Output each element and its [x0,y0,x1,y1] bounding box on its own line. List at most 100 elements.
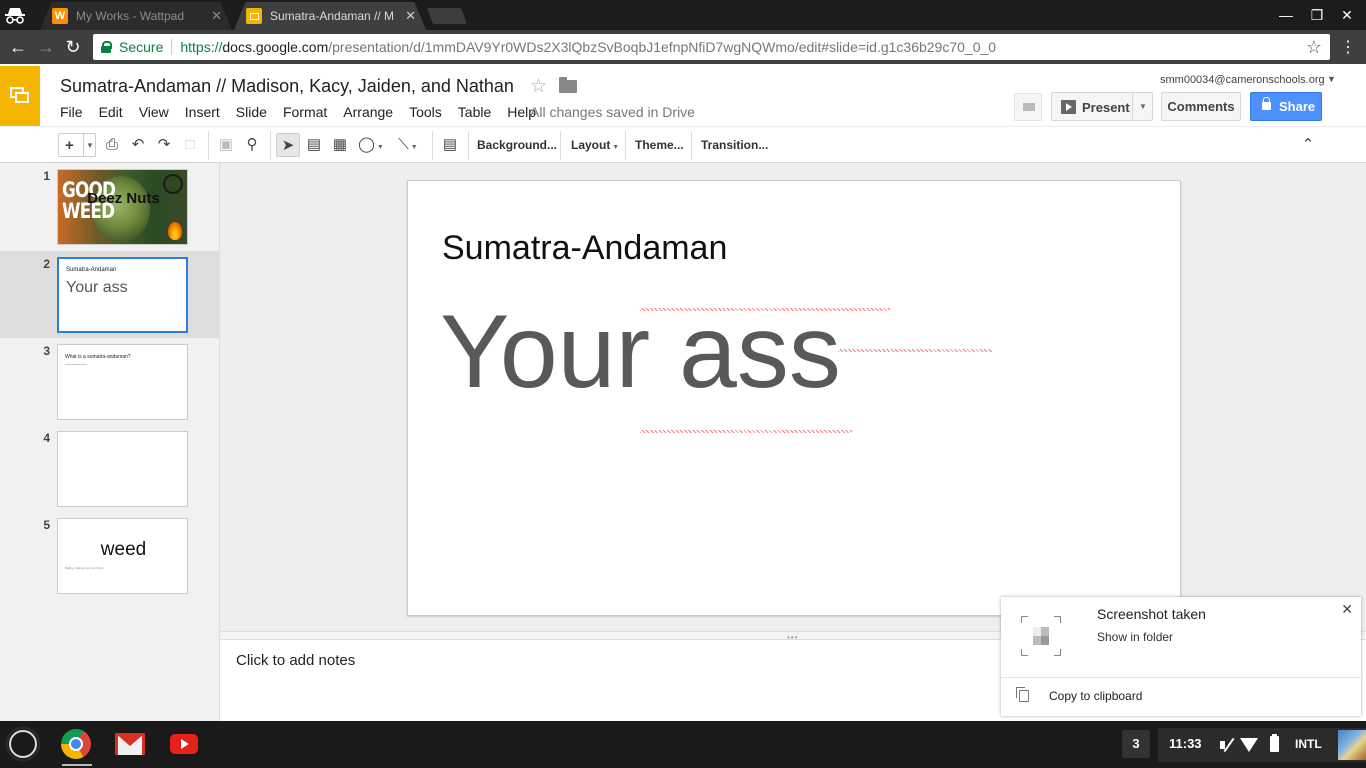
filmstrip-slide-2[interactable]: 2 Sumatra-Andaman Your ass [0,251,219,338]
thumbnail-title: Sumatra-Andaman [66,267,117,273]
address-bar[interactable]: Secure https://docs.google.com/presentat… [93,34,1330,60]
filmstrip-slide-3[interactable]: 3 What is a sumatra-andaman? [0,338,219,425]
slides-logo-icon[interactable] [0,66,40,126]
slide-thumbnail[interactable]: What is a sumatra-andaman? [57,344,188,420]
folder-icon[interactable] [559,77,577,93]
restore-icon[interactable]: ❐ [1308,6,1326,24]
shape-icon[interactable]: ◯ ▼ [356,133,386,157]
zoom-icon[interactable]: ⚲ [242,133,262,157]
slides-icon [246,8,262,24]
menu-insert[interactable]: Insert [185,104,220,120]
chrome-icon[interactable] [61,729,91,759]
present-dropdown-icon[interactable]: ▼ [1132,93,1153,120]
thumbnail-title: What is a sumatra-andaman? [65,354,131,360]
url-text[interactable]: https://docs.google.com/presentation/d/1… [180,39,996,55]
menu-edit[interactable]: Edit [99,104,123,120]
slide-thumbnail[interactable]: Sumatra-Andaman Your ass [57,257,188,333]
tab-slides[interactable]: Sumatra-Andaman // M ✕ [234,2,426,30]
slide-number: 4 [43,431,50,445]
share-button[interactable]: Share [1250,92,1322,121]
thumbnail-body-line [65,364,87,365]
slide-thumbnail[interactable] [57,431,188,507]
chat-button[interactable] [1014,93,1042,121]
close-icon[interactable]: ✕ [1341,601,1353,618]
slide-thumbnail[interactable]: GOOD WEED Deez Nuts [57,169,188,245]
back-icon[interactable]: ← [8,37,28,57]
show-in-folder-link[interactable]: Show in folder [1097,630,1173,644]
print-icon[interactable]: ⎙ [102,133,122,157]
menu-view[interactable]: View [139,104,169,120]
menu-table[interactable]: Table [458,104,491,120]
menu-file[interactable]: File [60,104,83,120]
window-count-badge[interactable]: 3 [1122,730,1150,758]
menu-bar: File Edit View Insert Slide Format Arran… [60,104,552,120]
slide-number: 1 [43,169,50,183]
layout-button[interactable]: Layout ▼ [571,133,619,157]
slide-thumbnail[interactable]: weed Bailey, Cutting you can find it [57,518,188,594]
background-button[interactable]: Background... [477,133,557,157]
gmail-icon[interactable] [115,733,145,755]
menu-arrange[interactable]: Arrange [343,104,393,120]
redo-icon[interactable]: ↷ [154,133,174,157]
account-email[interactable]: smm00034@cameronschools.org [1160,74,1325,86]
chrome-menu-icon[interactable]: ⋮ [1340,37,1356,57]
zoom-fit-icon[interactable]: ▣ [216,133,236,157]
chevron-down-icon: ▼ [610,144,620,151]
minimize-icon[interactable]: — [1277,6,1295,24]
present-icon [1061,100,1076,114]
collapse-icon[interactable]: ⌃ [1298,133,1318,157]
menu-slide[interactable]: Slide [236,104,267,120]
comments-button[interactable]: Comments [1161,92,1241,121]
slide-number: 5 [43,518,50,532]
filmstrip-slide-1[interactable]: 1 GOOD WEED Deez Nuts [0,163,219,250]
tab-close-icon[interactable]: ✕ [211,8,222,24]
divider [468,131,469,160]
filmstrip-slide-4[interactable]: 4 [0,425,219,512]
select-tool-icon[interactable]: ➤ [276,133,300,157]
tab-wattpad[interactable]: W My Works - Wattpad ✕ [40,2,232,30]
incognito-icon [4,5,26,25]
menu-format[interactable]: Format [283,104,327,120]
save-status[interactable]: All changes saved in Drive [530,104,695,120]
filmstrip-slide-5[interactable]: 5 weed Bailey, Cutting you can find it [0,512,219,599]
browser-titlebar: W My Works - Wattpad ✕ Sumatra-Andaman /… [0,0,1366,30]
bookmark-star-icon[interactable]: ☆ [1306,37,1322,58]
undo-icon[interactable]: ↶ [128,133,148,157]
theme-button[interactable]: Theme... [635,133,684,157]
screenshot-notification[interactable]: Screenshot taken Show in folder ✕ Copy t… [1001,597,1361,716]
line-icon[interactable]: ⟍ ▼ [392,133,424,157]
current-slide[interactable]: Sumatra-Andaman Your ass [407,180,1181,616]
present-button[interactable]: Present ▼ [1051,92,1153,121]
menu-tools[interactable]: Tools [409,104,442,120]
forward-icon[interactable]: → [36,37,56,57]
chat-icon [1023,103,1035,111]
chevron-down-icon[interactable]: ▼ [86,134,94,158]
launcher-icon[interactable] [9,730,37,758]
paint-format-icon[interactable]: □ [180,133,200,157]
spellcheck-underline [640,308,890,311]
transition-button[interactable]: Transition... [701,133,768,157]
image-icon[interactable]: ▦ [330,133,350,157]
edit-toolbar: + ▼ ⎙ ↶ ↷ □ ▣ ⚲ ➤ ▤ ▦ ◯ ▼ ⟍ ▼ ▤ Backgroun… [0,126,1366,163]
new-tab-button[interactable] [427,8,467,24]
document-title[interactable]: Sumatra-Andaman // Madison, Kacy, Jaiden… [60,76,514,97]
thumbnail-title: weed [100,539,147,560]
divider [432,131,433,160]
wifi-icon [1240,737,1258,753]
comment-icon[interactable]: ▤ [440,133,460,157]
chevron-down-icon[interactable]: ▼ [1327,74,1336,84]
youtube-icon[interactable] [170,734,198,754]
mute-icon [1220,737,1234,753]
text-box-icon[interactable]: ▤ [304,133,324,157]
window-close-icon[interactable]: ✕ [1338,6,1356,24]
new-slide-button[interactable]: + ▼ [58,133,96,157]
url-domain: docs.google.com [222,39,329,55]
status-tray[interactable]: 11:33 INTL [1158,728,1366,762]
badge-icon [163,174,183,194]
reload-icon[interactable]: ↻ [63,37,83,57]
tab-close-icon[interactable]: ✕ [405,8,416,24]
slide-title[interactable]: Sumatra-Andaman [442,229,727,268]
notes-placeholder[interactable]: Click to add notes [236,652,355,669]
copy-to-clipboard-button[interactable]: Copy to clipboard [1049,689,1142,703]
star-icon[interactable]: ☆ [530,75,547,98]
